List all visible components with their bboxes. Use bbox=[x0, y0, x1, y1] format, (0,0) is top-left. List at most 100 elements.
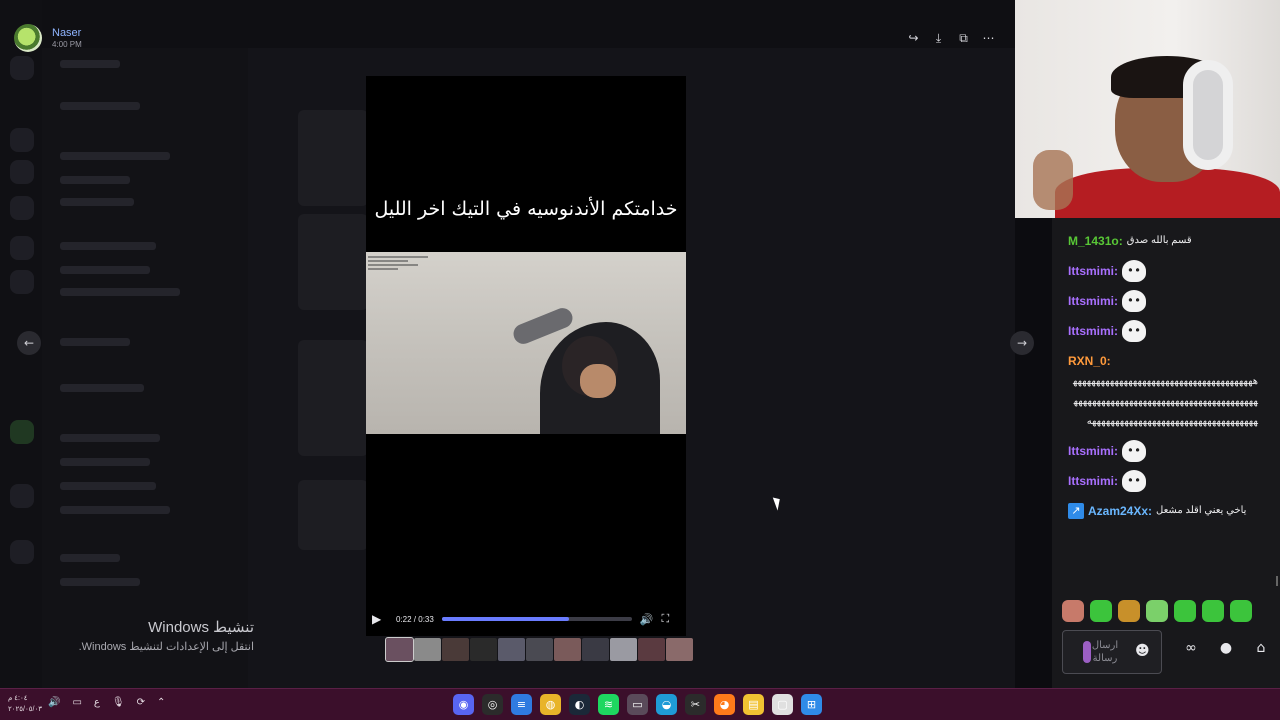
chat-username[interactable]: Ittsmimi: bbox=[1068, 320, 1118, 342]
chat-scrollbar[interactable] bbox=[1276, 576, 1278, 586]
emote-icon[interactable] bbox=[1090, 600, 1112, 622]
window-icon[interactable]: ▢ bbox=[772, 694, 793, 715]
windows-activation-watermark: تنشيط Windows انتقل إلى الإعدادات لتنشيط… bbox=[62, 618, 254, 653]
viewer-toolbar: ↪ ⤓ ⧉ ⋯ bbox=[903, 26, 999, 50]
media-thumbnail[interactable] bbox=[638, 638, 665, 661]
media-thumbnail[interactable] bbox=[498, 638, 525, 661]
edge-icon[interactable]: ◒ bbox=[656, 694, 677, 715]
points-icon[interactable]: ● bbox=[1215, 640, 1237, 656]
forward-icon[interactable]: ↪ bbox=[905, 29, 923, 47]
emote-picker-icon[interactable]: ☻ bbox=[1135, 643, 1150, 659]
infinity-icon[interactable]: ∞ bbox=[1180, 640, 1202, 656]
taskbar-clock[interactable]: ٤:٠٤ م ٢٠٢٥/٠٥/٠٣ bbox=[8, 693, 42, 715]
embed-card bbox=[298, 214, 368, 310]
user-badge-icon[interactable]: ↗ bbox=[1068, 503, 1084, 519]
arrow-right-icon: → bbox=[1016, 336, 1028, 350]
embed-card bbox=[298, 480, 368, 550]
watermark-title: تنشيط Windows bbox=[148, 619, 254, 636]
chat-actions: ∞ ● ⌂ bbox=[1180, 640, 1272, 656]
chat-username[interactable]: Ittsmimi: bbox=[1068, 290, 1118, 312]
channel-list bbox=[42, 48, 248, 688]
ghost-emote-icon[interactable] bbox=[1122, 470, 1147, 492]
explorer-icon[interactable]: ▤ bbox=[743, 694, 764, 715]
taskbar-apps: ◉ ◎ ≡ ◍ ◐ ≋ ▭ ◒ ✂ ◕ ▤ ▢ ⊞ bbox=[453, 694, 822, 715]
open-external-icon[interactable]: ⧉ bbox=[955, 29, 973, 47]
chat-message: ↗ Azam24Xx: ياخي يعني اقلد مشعل bbox=[1068, 500, 1258, 522]
chat-message: Ittsmimi: bbox=[1068, 290, 1258, 312]
media-thumbnail[interactable] bbox=[610, 638, 637, 661]
chat-message-text: هههههههههههههههههههههههههههههههههههههههه… bbox=[1072, 376, 1258, 427]
embed-card bbox=[298, 340, 368, 456]
chat-username[interactable]: Ittsmimi: bbox=[1068, 440, 1118, 462]
clock-date: ٢٠٢٥/٠٥/٠٣ bbox=[8, 706, 42, 713]
video-player[interactable]: خدامتكم الأندنوسيه في التيك اخر الليل bbox=[366, 76, 686, 636]
arrow-left-icon: ← bbox=[23, 336, 35, 350]
emote-icon[interactable] bbox=[1118, 600, 1140, 622]
emote-icon[interactable] bbox=[1062, 600, 1084, 622]
chat-username[interactable]: Ittsmimi: bbox=[1068, 260, 1118, 282]
capcut-icon[interactable]: ✂ bbox=[685, 694, 706, 715]
media-thumbnail[interactable] bbox=[414, 638, 441, 661]
ghost-emote-icon[interactable] bbox=[1122, 440, 1147, 462]
chat-message-text: ياخي يعني اقلد مشعل bbox=[1156, 505, 1247, 516]
media-thumbnail-strip bbox=[385, 637, 693, 662]
chat-username[interactable]: Ittsmimi: bbox=[1068, 470, 1118, 492]
media-thumbnail[interactable] bbox=[526, 638, 553, 661]
chat-input[interactable]: ارسال رسالة ☻ bbox=[1062, 630, 1162, 674]
next-media-button[interactable]: → bbox=[1010, 331, 1034, 355]
media-thumbnail[interactable] bbox=[582, 638, 609, 661]
chat-messages: M_1431o: قسم بالله صدق Ittsmimi: Ittsmimi: I… bbox=[1068, 230, 1258, 530]
ghost-emote-icon[interactable] bbox=[1122, 260, 1147, 282]
play-icon[interactable]: ▶ bbox=[372, 612, 388, 626]
sync-icon[interactable]: ⟳ bbox=[137, 697, 145, 708]
discord-icon[interactable]: ◉ bbox=[453, 694, 474, 715]
volume-icon[interactable]: 🔊 bbox=[48, 697, 60, 708]
emote-bar bbox=[1062, 600, 1252, 622]
chat-username[interactable]: M_1431o: bbox=[1068, 230, 1123, 252]
volume-icon[interactable]: 🔊 bbox=[640, 613, 654, 626]
emote-icon[interactable] bbox=[1146, 600, 1168, 622]
display-icon[interactable]: ▭ bbox=[72, 697, 81, 708]
media-thumbnail[interactable] bbox=[666, 638, 693, 661]
app-icon[interactable]: ▭ bbox=[627, 694, 648, 715]
microphone-icon[interactable]: 🎙 bbox=[112, 697, 125, 708]
obs-icon[interactable]: ◎ bbox=[482, 694, 503, 715]
chat-username[interactable]: RXN_0: bbox=[1068, 350, 1111, 372]
chat-message: M_1431o: قسم بالله صدق bbox=[1068, 230, 1258, 252]
emote-icon[interactable] bbox=[1202, 600, 1224, 622]
ghost-emote-icon[interactable] bbox=[1122, 320, 1147, 342]
chat-message-text: قسم بالله صدق bbox=[1126, 235, 1192, 246]
emote-icon[interactable] bbox=[1230, 600, 1252, 622]
media-thumbnail[interactable] bbox=[442, 638, 469, 661]
store-icon[interactable]: ⌂ bbox=[1250, 640, 1272, 656]
video-frame[interactable] bbox=[366, 252, 686, 434]
notepad-icon[interactable]: ≡ bbox=[511, 694, 532, 715]
windows-icon[interactable]: ⊞ bbox=[801, 694, 822, 715]
author-name[interactable]: Naser bbox=[52, 27, 82, 39]
download-icon[interactable]: ⤓ bbox=[930, 29, 948, 47]
more-icon[interactable]: ⋯ bbox=[980, 29, 998, 47]
fullscreen-icon[interactable]: ⛶ bbox=[662, 612, 670, 626]
media-thumbnail[interactable] bbox=[385, 637, 414, 662]
firefox-icon[interactable]: ◕ bbox=[714, 694, 735, 715]
system-tray: 🔊 ▭ ع 🎙 ⟳ ⌃ bbox=[48, 697, 165, 708]
media-thumbnail[interactable] bbox=[470, 638, 497, 661]
language-indicator[interactable]: ع bbox=[94, 697, 100, 708]
media-thumbnail[interactable] bbox=[554, 638, 581, 661]
video-progress-fill bbox=[441, 617, 570, 621]
previous-media-button[interactable]: ← bbox=[17, 331, 41, 355]
chat-username[interactable]: Azam24Xx: bbox=[1088, 500, 1152, 522]
spotify-icon[interactable]: ≋ bbox=[598, 694, 619, 715]
emote-icon[interactable] bbox=[1174, 600, 1196, 622]
ghost-emote-icon[interactable] bbox=[1122, 290, 1147, 312]
chevron-up-icon[interactable]: ⌃ bbox=[157, 697, 165, 708]
chat-message: Ittsmimi: bbox=[1068, 470, 1258, 492]
media-author[interactable]: Naser 4:00 PM bbox=[14, 24, 82, 52]
video-progress-bar[interactable] bbox=[441, 617, 632, 621]
avatar[interactable] bbox=[14, 24, 42, 52]
chrome-icon[interactable]: ◍ bbox=[540, 694, 561, 715]
windows-taskbar: ٤:٠٤ م ٢٠٢٥/٠٥/٠٣ 🔊 ▭ ع 🎙 ⟳ ⌃ ◉ ◎ ≡ ◍ ◐ ≋ ▭ ◒ ✂ ◕… bbox=[0, 688, 1280, 720]
watermark-subtitle: انتقل إلى الإعدادات لتنشيط Windows. bbox=[78, 641, 254, 653]
steam-icon[interactable]: ◐ bbox=[569, 694, 590, 715]
webcam-overlay bbox=[1015, 0, 1280, 218]
